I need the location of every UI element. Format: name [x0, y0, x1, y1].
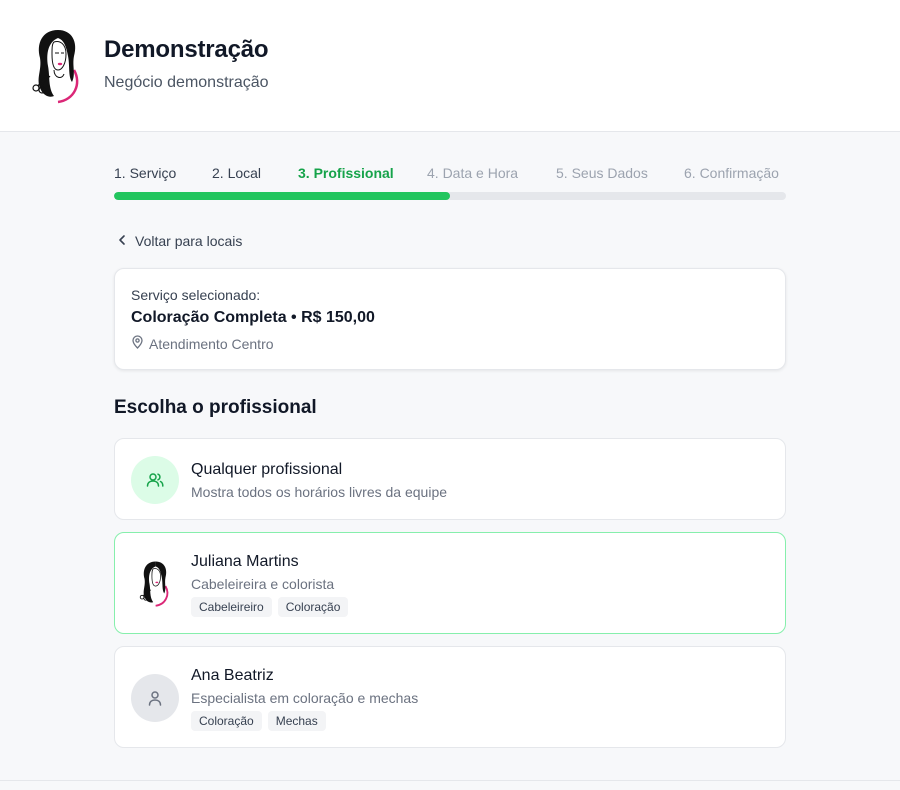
professional-tags: Coloração Mechas — [191, 711, 326, 731]
back-link-label: Voltar para locais — [135, 233, 243, 249]
professional-description: Cabeleireira e colorista — [191, 576, 335, 592]
woman-hair-scissors-logo-icon — [139, 561, 169, 607]
map-pin-icon — [131, 335, 144, 352]
professional-option-ana[interactable]: Ana Beatriz Especialista em coloração e … — [114, 646, 786, 748]
business-subtitle: Negócio demonstração — [104, 74, 269, 91]
selected-location: Atendimento Centro — [131, 335, 274, 352]
specialty-tag: Coloração — [277, 597, 349, 617]
professional-description: Mostra todos os horários livres da equip… — [191, 484, 448, 500]
progress-fill — [114, 192, 450, 200]
step-data-hora: 4. Data e Hora — [427, 165, 519, 181]
professional-avatar — [131, 559, 179, 607]
page-header: Demonstração Negócio demonstração — [0, 0, 900, 132]
professional-option-any[interactable]: Qualquer profissional Mostra todos os ho… — [114, 438, 786, 520]
chevron-left-icon — [116, 233, 128, 249]
selected-service-name-price: Coloração Completa • R$ 150,00 — [131, 309, 375, 326]
step-local[interactable]: 2. Local — [212, 165, 261, 181]
selected-service-label: Serviço selecionado: — [131, 287, 261, 303]
users-icon — [131, 456, 179, 504]
woman-hair-scissors-logo-icon — [28, 26, 86, 104]
footer-divider — [0, 780, 900, 781]
specialty-tag: Mechas — [267, 711, 326, 731]
business-name: Demonstração — [104, 36, 269, 63]
step-confirmacao: 6. Confirmação — [684, 165, 779, 181]
professional-name: Ana Beatriz — [191, 667, 274, 684]
specialty-tag: Coloração — [191, 711, 262, 731]
progress-bar — [114, 192, 786, 200]
professional-description: Especialista em coloração e mechas — [191, 690, 419, 706]
step-profissional: 3. Profissional — [298, 165, 394, 181]
stepper: 1. Serviço 2. Local 3. Profissional 4. D… — [114, 165, 786, 185]
back-to-locations-link[interactable]: Voltar para locais — [116, 233, 242, 249]
professional-option-juliana[interactable]: Juliana Martins Cabeleireira e colorista… — [114, 532, 786, 634]
professional-name: Qualquer profissional — [191, 461, 343, 478]
step-servico[interactable]: 1. Serviço — [114, 165, 176, 181]
choose-professional-heading: Escolha o profissional — [114, 397, 317, 418]
specialty-tag: Cabeleireiro — [191, 597, 272, 617]
professional-tags: Cabeleireiro Coloração — [191, 597, 349, 617]
selected-location-label: Atendimento Centro — [149, 335, 274, 352]
professional-name: Juliana Martins — [191, 553, 299, 570]
step-seus-dados: 5. Seus Dados — [556, 165, 648, 181]
selected-service-card: Serviço selecionado: Coloração Completa … — [114, 268, 786, 370]
user-icon — [131, 674, 179, 722]
